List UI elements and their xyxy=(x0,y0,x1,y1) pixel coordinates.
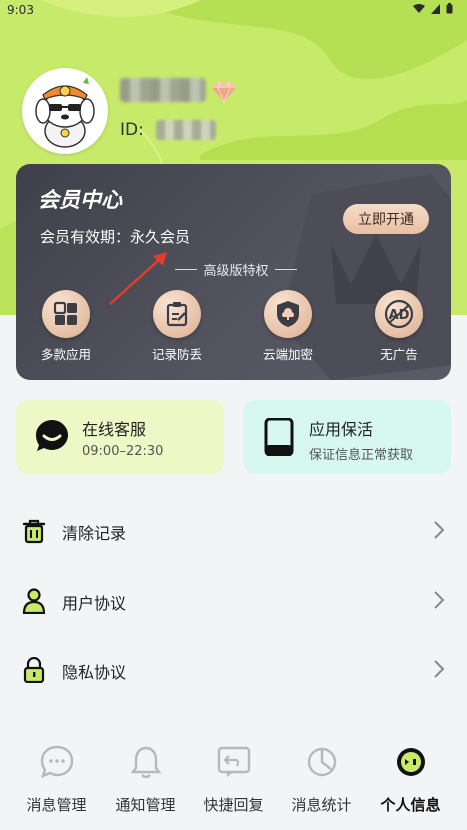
wifi-icon xyxy=(413,3,425,13)
feature-label: 无广告 xyxy=(380,347,418,362)
tab-label: 快捷回复 xyxy=(203,796,264,814)
support-hours: 09:00–22:30 xyxy=(82,444,164,459)
open-membership-button[interactable]: 立即开通 xyxy=(343,204,429,234)
feature-no-ads[interactable]: AD 无广告 xyxy=(354,290,444,363)
username-blurred xyxy=(120,78,206,102)
status-bar: 9:03 xyxy=(0,0,467,22)
feature-label: 多款应用 xyxy=(40,347,91,362)
tab-label: 消息管理 xyxy=(26,796,87,814)
lock-icon xyxy=(23,657,45,683)
profile-face-icon xyxy=(396,748,425,776)
menu-user-agreement[interactable]: 用户协议 xyxy=(0,572,467,628)
chat-icon xyxy=(36,420,68,451)
trash-icon xyxy=(22,519,46,544)
feature-cloud-encryption[interactable]: 云端加密 xyxy=(243,290,333,363)
menu-privacy-policy[interactable]: 隐私协议 xyxy=(0,641,467,697)
chevron-right-icon xyxy=(434,591,445,609)
status-time: 9:03 xyxy=(7,3,34,17)
user-icon xyxy=(22,588,46,614)
tab-label: 通知管理 xyxy=(115,796,176,814)
signal-icon xyxy=(431,3,440,14)
keepalive-subtitle: 保证信息正常获取 xyxy=(309,448,414,463)
message-icon xyxy=(40,745,73,779)
member-validity-text: 会员有效期：永久会员 xyxy=(40,228,191,246)
avatar[interactable] xyxy=(22,68,108,154)
tab-message-statistics[interactable]: 消息统计 xyxy=(275,744,368,815)
red-arrow-annotation-icon xyxy=(109,252,167,305)
tab-notification-management[interactable]: 通知管理 xyxy=(99,744,192,815)
battery-icon xyxy=(446,3,453,14)
ad-icon: AD xyxy=(384,299,414,329)
phone-icon xyxy=(264,418,294,456)
member-center-title: 会员中心 xyxy=(38,188,122,212)
tab-message-management[interactable]: 消息管理 xyxy=(10,744,103,815)
feature-multiple-apps[interactable]: 多款应用 xyxy=(21,290,111,363)
tab-label: 个人信息 xyxy=(380,796,441,814)
menu-clear-records[interactable]: 清除记录 xyxy=(0,502,467,558)
menu-label: 用户协议 xyxy=(62,594,127,613)
pie-chart-icon xyxy=(307,747,336,777)
tab-quick-reply[interactable]: 快捷回复 xyxy=(187,744,280,815)
support-title: 在线客服 xyxy=(82,420,147,439)
cloud-shield-icon xyxy=(277,301,299,327)
app-keepalive-card[interactable]: 应用保活 保证信息正常获取 xyxy=(243,400,451,474)
feature-label: 云端加密 xyxy=(262,347,313,362)
bell-icon xyxy=(130,746,161,779)
dog-avatar-icon xyxy=(25,71,105,151)
menu-label: 隐私协议 xyxy=(62,663,127,682)
bottom-tab-bar: 消息管理 通知管理 快捷回复 消息统计 个人信息 xyxy=(0,736,467,830)
grid-icon xyxy=(53,301,77,325)
feature-label: 记录防丢 xyxy=(151,347,202,362)
user-id-blurred xyxy=(156,120,216,140)
reply-icon xyxy=(217,746,250,777)
diamond-icon xyxy=(212,81,236,102)
menu-label: 清除记录 xyxy=(62,524,127,543)
chevron-right-icon xyxy=(434,521,445,539)
user-id-label: ID: xyxy=(120,120,144,140)
member-center-card[interactable]: 会员中心 会员有效期：永久会员 立即开通 高级版特权 多款应用 记录防丢 云端加… xyxy=(16,164,451,380)
premium-privileges-subtitle: 高级版特权 xyxy=(156,260,316,279)
tab-personal-info[interactable]: 个人信息 xyxy=(364,744,457,815)
chevron-right-icon xyxy=(434,660,445,678)
online-support-card[interactable]: 在线客服 09:00–22:30 xyxy=(16,400,224,474)
keepalive-title: 应用保活 xyxy=(309,420,374,439)
tab-label: 消息统计 xyxy=(291,796,352,814)
